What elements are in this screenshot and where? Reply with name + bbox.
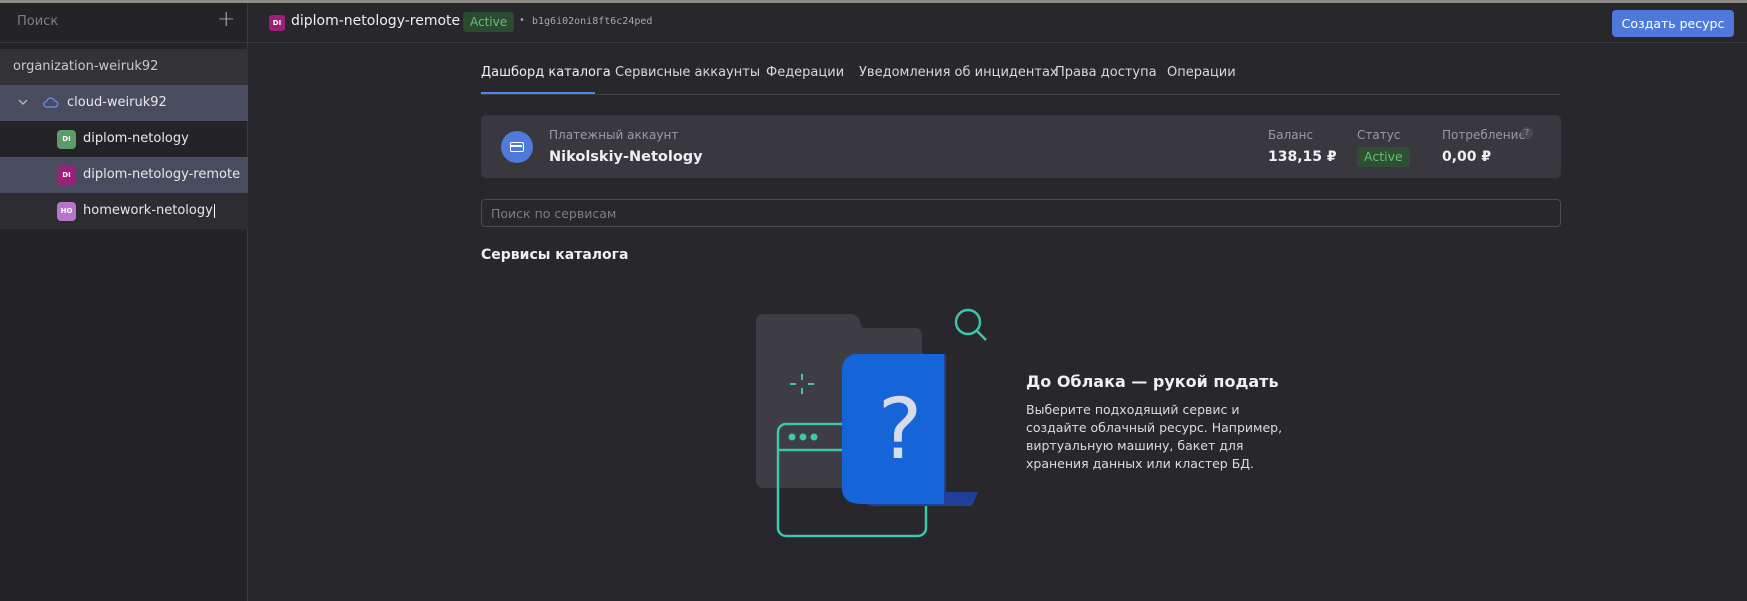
tab-operations[interactable]: Операции: [1167, 65, 1236, 80]
tab-incident-notifications[interactable]: Уведомления об инцидентах: [859, 65, 1058, 80]
empty-catalog-illustration: ?: [756, 308, 987, 538]
empty-state-title: До Облака — рукой подать: [1026, 372, 1279, 391]
status-badge: Active: [463, 12, 515, 32]
sidebar-item-label[interactable]: homework-netology: [83, 203, 213, 218]
folder-id[interactable]: b1g6i02oni8ft6c24ped: [532, 16, 652, 27]
billing-account-name[interactable]: Nikolskiy-Netology: [549, 149, 703, 165]
sidebar-organization[interactable]: organization-weiruk92: [0, 49, 248, 85]
chevron-down-icon[interactable]: [16, 95, 30, 109]
sidebar: Поиск + organization-weiruk92 cloud-weir…: [0, 3, 248, 601]
sidebar-item-cloud[interactable]: cloud-weiruk92: [0, 85, 248, 121]
folder-badge: DI: [57, 130, 76, 149]
sidebar-search-placeholder[interactable]: Поиск: [17, 14, 58, 29]
folder-badge: HO: [57, 202, 76, 221]
help-icon[interactable]: ?: [1521, 127, 1533, 139]
sidebar-item-label: diplom-netology: [83, 131, 189, 146]
sidebar-item-label: diplom-netology-remote: [83, 167, 241, 182]
separator-dot: •: [519, 15, 525, 26]
create-resource-button[interactable]: Создать ресурс: [1612, 10, 1734, 37]
tab-access-rights[interactable]: Права доступа: [1055, 65, 1157, 80]
page-header: DI diplom-netology-remote Active • b1g6i…: [249, 3, 1747, 43]
services-search-input[interactable]: [481, 199, 1561, 227]
services-section-title: Сервисы каталога: [481, 247, 629, 263]
svg-text:?: ?: [878, 380, 923, 478]
sidebar-item-label-editing[interactable]: homework-netology: [83, 203, 215, 218]
status-label: Статус: [1357, 128, 1401, 142]
page-title: diplom-netology-remote: [291, 13, 461, 29]
text-cursor: [213, 203, 215, 218]
billing-account-card[interactable]: Платежный аккаунт Nikolskiy-Netology Бал…: [481, 115, 1561, 178]
plus-icon[interactable]: +: [217, 9, 235, 31]
sidebar-search[interactable]: Поиск +: [0, 3, 247, 43]
billing-status-badge: Active: [1357, 147, 1410, 167]
tab-service-accounts[interactable]: Сервисные аккаунты: [615, 65, 760, 80]
sidebar-item-homework-netology[interactable]: HO homework-netology: [0, 193, 248, 229]
consumption-label: Потребление: [1442, 128, 1526, 142]
sidebar-item-diplom-netology-remote[interactable]: DI diplom-netology-remote: [0, 157, 248, 193]
sidebar-item-label: cloud-weiruk92: [67, 95, 167, 110]
tab-dashboard[interactable]: Дашборд каталога: [481, 65, 611, 80]
sidebar-item-diplom-netology[interactable]: DI diplom-netology: [0, 121, 248, 157]
folder-badge: DI: [57, 166, 76, 185]
active-tab-indicator: [481, 92, 595, 94]
balance-label: Баланс: [1268, 128, 1314, 142]
consumption-value: 0,00 ₽: [1442, 149, 1492, 165]
credit-card-icon: [501, 131, 533, 163]
balance-value: 138,15 ₽: [1268, 149, 1337, 165]
search-icon: [954, 308, 987, 341]
tab-federations[interactable]: Федерации: [766, 65, 844, 80]
cloud-icon: [43, 97, 59, 108]
organization-label: organization-weiruk92: [13, 59, 159, 74]
empty-state-text: Выберите подходящий сервис и создайте об…: [1026, 402, 1283, 471]
billing-account-label: Платежный аккаунт: [549, 128, 679, 142]
folder-badge: DI: [269, 15, 285, 31]
tab-bar: Дашборд каталога Сервисные аккаунты Феде…: [481, 62, 1561, 95]
